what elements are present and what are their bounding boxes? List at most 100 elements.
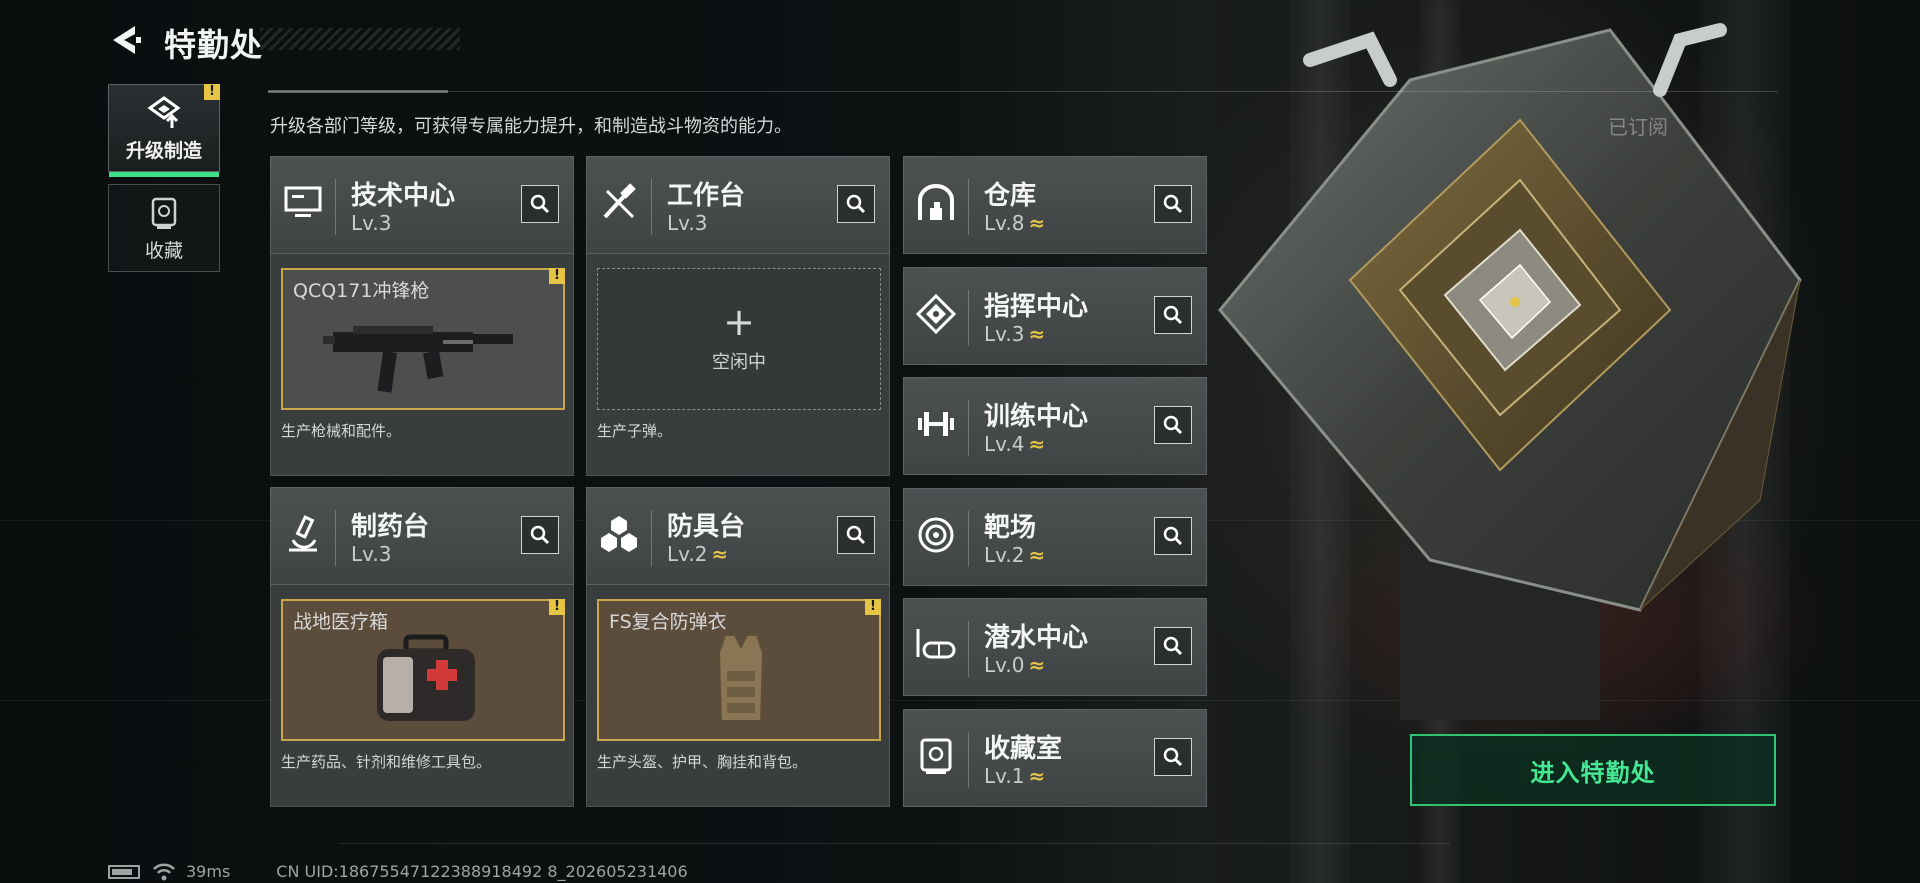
inspect-button[interactable] [837,516,875,554]
inspect-button[interactable] [521,185,559,223]
subscribed-label: 已订阅 [1608,115,1668,139]
inspect-button[interactable] [1154,737,1192,776]
inspect-button[interactable] [1154,185,1192,223]
craft-slot[interactable]: FS复合防弹衣 ! [597,599,881,741]
special-ops-cube-illustration [1218,23,1802,720]
search-icon [1163,305,1183,324]
upgrade-available-icon: ≈ [1028,321,1046,346]
craft-caption: 生产药品、针剂和维修工具包。 [281,753,492,771]
enter-button-label: 进入特勤处 [1530,758,1656,787]
empty-craft-slot[interactable]: + 空闲中 [597,268,881,410]
ping-value: 39ms [186,862,231,881]
collection-icon [151,197,177,229]
craft-panel-armor-bench: FS复合防弹衣 ! 生产头盔、护甲、胸挂和背包。 [586,585,890,807]
facility-workbench[interactable]: 工作台 Lv.3 [586,156,890,254]
user-uid: CN UID:18675547122388918492 8_2026052314… [276,862,688,881]
facility-level: Lv.0 ≈ [984,653,1046,677]
facility-name: 指挥中心 [984,291,1089,322]
facility-level: Lv.4 ≈ [984,432,1046,456]
add-icon: + [723,300,755,344]
search-icon [1163,415,1183,435]
facility-level: Lv.3 ≈ [984,321,1046,346]
nav-upgrade-craft-label: 升级制造 [125,140,202,162]
craft-slot[interactable]: QCQ171冲锋枪 ! [281,268,565,410]
medkit-icon [377,634,475,721]
level-text: Lv.3 [984,321,1025,346]
monitor-icon [281,181,325,225]
craft-slot[interactable]: 战地医疗箱 ! [281,599,565,741]
wifi-icon [153,863,175,880]
craft-panel-tech-center: QCQ171冲锋枪 ! 生产枪械和配件。 [270,254,574,476]
hexagons-icon [597,512,641,556]
facility-level: Lv.3 [667,211,708,235]
inspect-button[interactable] [1154,406,1192,444]
dumbbell-icon [914,402,958,446]
search-icon [530,194,550,214]
card-separator [968,731,969,788]
upgrade-available-icon: ≈ [1028,763,1046,788]
search-icon [1163,747,1183,766]
craft-item-name: QCQ171冲锋枪 [293,280,430,302]
title-decoration [260,28,460,50]
card-separator [968,510,969,567]
bottom-divider [340,843,1450,844]
level-text: Lv.3 [351,211,392,235]
level-text: Lv.8 [984,211,1025,235]
inspect-button[interactable] [521,516,559,554]
facility-pharmacy[interactable]: 制药台 Lv.3 [270,487,574,585]
facility-dive-center[interactable]: 潜水中心 Lv.0 ≈ [903,598,1207,696]
upgrade-craft-icon [147,96,181,128]
upgrade-available-icon: ≈ [1028,432,1046,456]
search-icon [846,194,866,214]
inspect-button[interactable] [837,185,875,223]
facility-name: 防具台 [667,512,746,542]
facility-level: Lv.2 ≈ [667,542,728,566]
upgrade-available-icon: ≈ [1028,211,1046,235]
status-bar: 39ms CN UID:18675547122388918492 8_20260… [108,862,688,881]
facility-shooting-range[interactable]: 靶场 Lv.2 ≈ [903,487,1207,586]
inspect-button[interactable] [1154,516,1192,555]
search-icon [1163,636,1183,656]
inspect-button[interactable] [1154,627,1192,665]
facility-armor-bench[interactable]: 防具台 Lv.2 ≈ [586,487,890,585]
section-description: 升级各部门等级，可获得专属能力提升，和制造战斗物资的能力。 [270,116,792,137]
nav-upgrade-craft[interactable]: 升级制造 ! [108,84,220,177]
facility-name: 工作台 [667,181,746,211]
facility-training-center[interactable]: 训练中心 Lv.4 ≈ [903,377,1207,475]
facility-level: Lv.2 ≈ [984,542,1045,567]
search-icon [1163,526,1183,545]
craft-item-name: 战地医疗箱 [293,611,389,633]
page-title: 特勤处 [164,26,264,64]
facility-name: 技术中心 [351,181,456,211]
enter-special-ops-button[interactable]: 进入特勤处 [1410,734,1776,806]
facility-name: 收藏室 [984,733,1063,764]
craft-alert-badge: ! [549,599,565,615]
facility-tech-center[interactable]: 技术中心 Lv.3 [270,156,574,254]
level-text: Lv.2 [984,542,1025,567]
facility-collection-room[interactable]: 收藏室 Lv.1 ≈ [903,708,1207,807]
nav-collection[interactable]: 收藏 [108,184,220,272]
craft-alert-badge: ! [865,599,881,615]
tools-icon [597,181,641,225]
upgrade-available-icon: ≈ [1028,653,1046,677]
card-separator [651,510,652,566]
divider [268,91,1778,92]
card-separator [968,621,969,677]
inspect-button[interactable] [1154,295,1192,334]
facility-warehouse[interactable]: 仓库 Lv.8 ≈ [903,156,1207,254]
vest-icon [717,634,765,722]
warehouse-icon [914,181,958,225]
facility-command-center[interactable]: 指挥中心 Lv.3 ≈ [903,266,1207,365]
facility-level: Lv.3 [351,211,392,235]
search-icon [530,525,550,545]
craft-panel-pharmacy: 战地医疗箱 ! 生产药品、针剂和维修工具包。 [270,585,574,807]
card-separator [335,179,336,235]
level-text: Lv.4 [984,432,1025,456]
level-text: Lv.3 [351,542,392,566]
facility-level: Lv.1 ≈ [984,763,1046,788]
back-button[interactable] [108,22,144,58]
command-icon [914,292,958,336]
craft-caption: 生产头盔、护甲、胸挂和背包。 [597,753,808,771]
search-icon [846,525,866,545]
facility-name: 仓库 [984,181,1037,211]
